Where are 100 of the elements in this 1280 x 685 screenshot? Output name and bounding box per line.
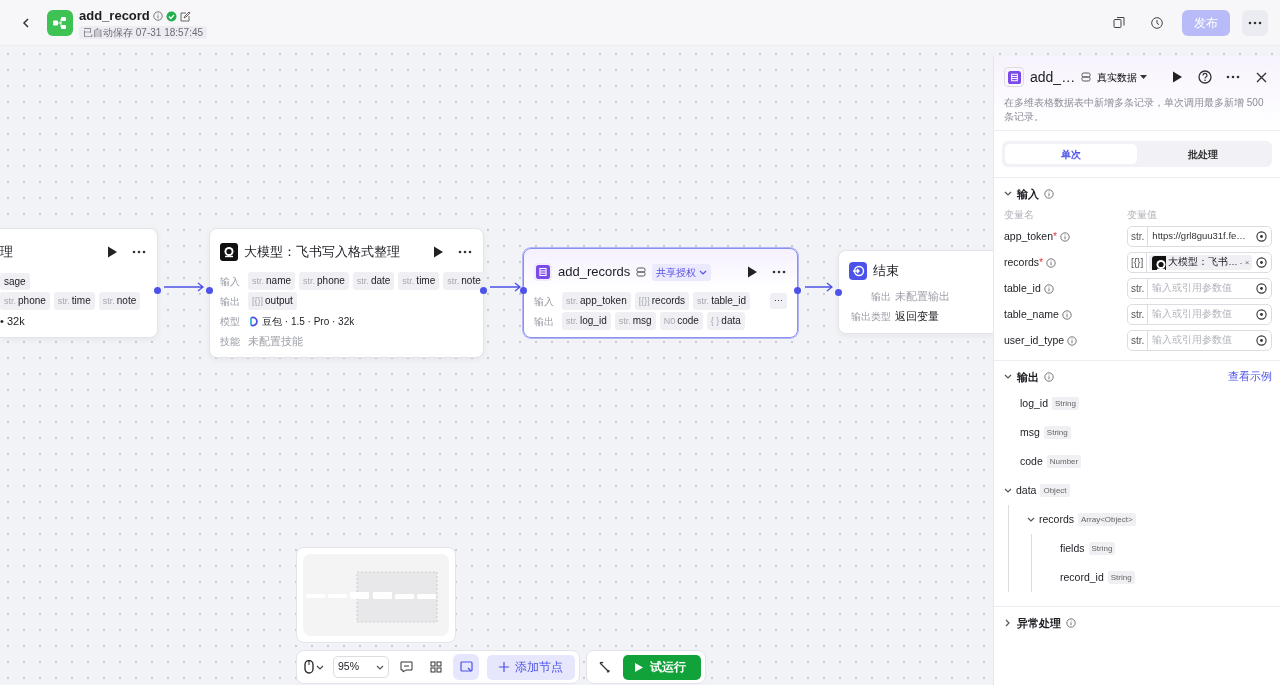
type-label: str. [1128, 279, 1149, 298]
chevron-down-icon[interactable] [1027, 515, 1035, 524]
variable-tag: [{}] output [248, 292, 297, 310]
node-title: 理 [0, 243, 13, 262]
target-icon [1256, 309, 1267, 320]
plugin-description: 在多维表格数据表中新增多条记录，单次调用最多新增 500 条记录。 [1004, 96, 1265, 124]
workflow-node[interactable]: 结束 输出 未配置输出 输出类型 返回变量 [838, 250, 993, 334]
info-icon [1044, 189, 1054, 200]
param-name: table_name [1004, 306, 1059, 322]
view-example-link[interactable]: 查看示例 [1228, 368, 1272, 385]
play-icon [106, 246, 118, 258]
mode-tab[interactable]: 单次 [1005, 144, 1137, 164]
info-icon [1066, 618, 1076, 629]
minimap-icon [459, 661, 473, 673]
panel-title: add_… [1030, 67, 1076, 87]
app-icon [47, 9, 73, 36]
link-icon [1081, 72, 1092, 82]
info-icon [152, 11, 163, 21]
field-label: 输入 [220, 274, 241, 289]
chevron-down-icon[interactable] [1004, 486, 1012, 495]
variable-tag: str. note [98, 292, 141, 310]
target-icon [1256, 283, 1267, 294]
table-icon [1007, 70, 1021, 84]
connector-arrow [164, 282, 204, 292]
output-port [480, 287, 487, 294]
param-field[interactable]: str. 输入或引用参数值 [1127, 304, 1272, 325]
info-icon [1061, 309, 1072, 320]
type-tag: String [1043, 426, 1071, 439]
variable-tag: str. log_id [562, 312, 611, 330]
type-tag: String [1052, 397, 1079, 410]
data-mode-dropdown[interactable]: 真实数据 [1097, 64, 1148, 90]
info-icon [1044, 371, 1054, 382]
more-icon [132, 249, 146, 255]
output-field-name: msg [1020, 424, 1040, 440]
chevron-down-icon[interactable] [1004, 372, 1012, 381]
bot-icon [220, 243, 238, 261]
param-field[interactable]: str. 输入或引用参数值 [1127, 278, 1272, 299]
add-node-button[interactable]: 添加节点 [487, 654, 575, 680]
type-tag: Number [1046, 455, 1082, 468]
minimap-toggle-button[interactable] [453, 654, 479, 680]
param-field[interactable]: str. https://grl8guu31f.fe… [1127, 226, 1272, 247]
model-icon [248, 315, 258, 327]
field-label: 输出 [870, 290, 891, 304]
info-icon [1043, 283, 1054, 294]
connector-arrow [805, 282, 833, 292]
output-field-name: record_id [1060, 569, 1104, 585]
node-title: add_records [558, 263, 631, 282]
input-field[interactable]: 输入或引用参数值 [1148, 307, 1252, 322]
comment-icon [399, 661, 413, 673]
target-icon [1256, 335, 1267, 346]
type-label: str. [1128, 331, 1149, 350]
grid-icon [430, 661, 442, 673]
play-icon [1172, 71, 1182, 83]
caret-icon [1140, 74, 1148, 80]
input-field[interactable]: https://grl8guu31f.fe… [1148, 229, 1252, 244]
type-tag: String [1088, 542, 1116, 555]
output-port [154, 287, 161, 294]
autosave-status: 已自动保存 07-31 18:57:45 [79, 25, 208, 39]
output-field-name: code [1020, 453, 1043, 469]
chevron-down-icon [376, 663, 384, 671]
field-value: • 32k [0, 313, 25, 329]
output-field-name: log_id [1020, 395, 1049, 411]
field-label: 输入 [534, 294, 555, 309]
workflow-node[interactable]: add_records 共享授权 输入 str. app_token [{}] records str. table_id ··· 输出 str. log_id str. msg N0 code { } data [523, 248, 798, 338]
auth-label: 共享授权 [656, 265, 697, 280]
play-icon [635, 662, 643, 672]
workflow-node[interactable]: 大模型：飞书写入格式整理 输入 str. name str. phone str. date str. time str. note 输出 [{}] output 模型 豆包 · 1.5 · Pro · 32k 技能 未配置技能 [209, 228, 484, 358]
plus-icon [499, 662, 509, 672]
variable-tag: { } data [706, 312, 745, 330]
zoom-value: 95% [338, 659, 359, 675]
field-label: 输出类型 [850, 310, 891, 324]
chevron-right-icon[interactable] [1004, 619, 1012, 628]
play-icon [746, 266, 758, 278]
mode-tab[interactable]: 批处理 [1137, 144, 1269, 164]
help-icon [1198, 70, 1212, 84]
target-icon [1256, 231, 1267, 242]
table-icon [536, 265, 550, 279]
edit-icon[interactable] [179, 10, 191, 22]
workflow-node[interactable]: 理 sage str. phone str. time str. note • 32k [0, 228, 158, 338]
type-label: str. [1128, 227, 1149, 246]
copy-icon [1112, 16, 1126, 29]
output-field-name: records [1039, 511, 1074, 527]
mouse-icon [304, 660, 326, 674]
field-label: 输出 [220, 294, 241, 309]
more-variables-button[interactable]: ··· [770, 293, 787, 309]
param-field[interactable]: [{}] 大模型：飞书… - × [1127, 252, 1272, 273]
auth-dropdown[interactable]: 共享授权 [652, 263, 712, 281]
info-icon [1060, 231, 1071, 242]
variable-tag: str. date [352, 272, 395, 290]
field-value: 返回变量 [895, 309, 939, 325]
param-field[interactable]: str. 输入或引用参数值 [1127, 330, 1272, 351]
more-icon [458, 249, 472, 255]
param-name: table_id [1004, 280, 1041, 296]
input-field[interactable]: 输入或引用参数值 [1148, 281, 1252, 296]
bot-icon [1152, 255, 1167, 270]
history-icon [1150, 15, 1164, 30]
input-field[interactable]: 输入或引用参数值 [1148, 333, 1252, 348]
zoom-select[interactable]: 95% [333, 656, 389, 678]
more-icon [772, 269, 786, 275]
variable-tag: N0 code [659, 312, 703, 330]
